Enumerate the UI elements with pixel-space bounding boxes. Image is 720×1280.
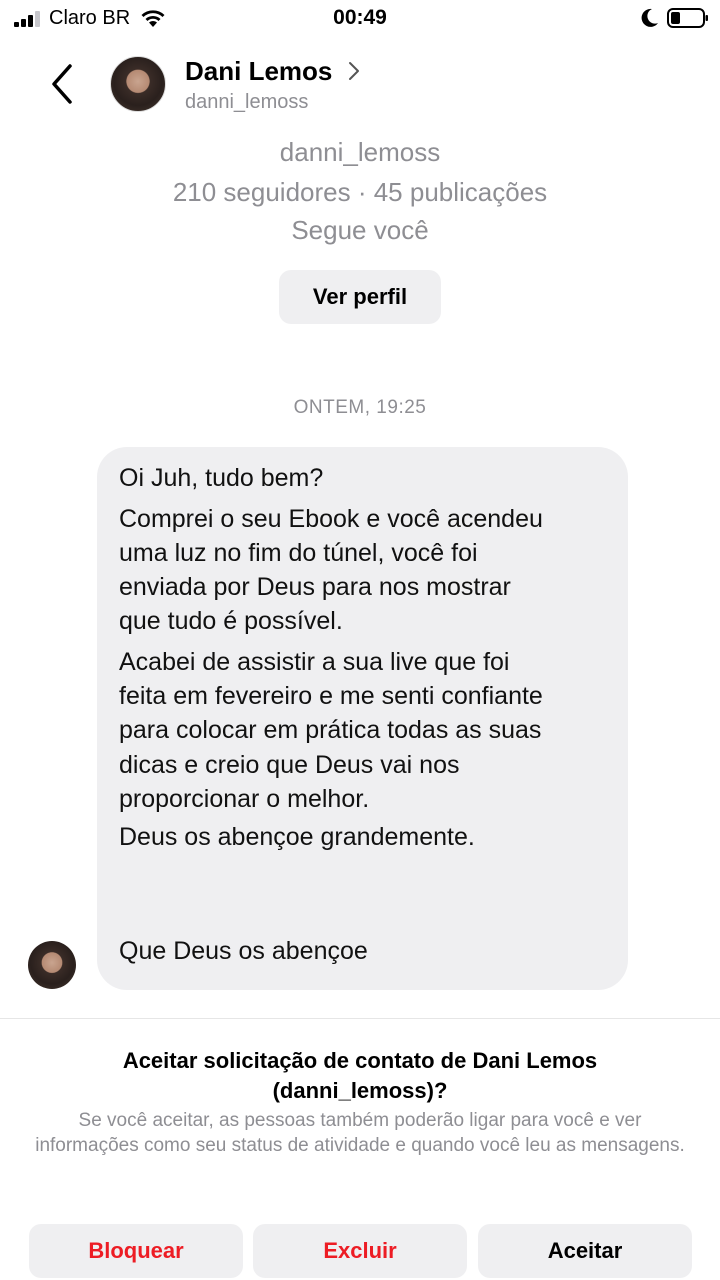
- message-line: enviada por Deus para nos mostrar: [119, 573, 511, 601]
- contact-name[interactable]: Dani Lemos: [185, 56, 332, 87]
- message-timestamp: ONTEM, 19:25: [293, 397, 427, 418]
- message-line: Que Deus os abençoe: [119, 937, 368, 965]
- follows-you-label: Segue você: [291, 215, 429, 245]
- chevron-right-icon[interactable]: [347, 60, 361, 82]
- message-line: Deus os abençoe grandemente.: [119, 823, 475, 851]
- message-line: Acabei de assistir a sua live que foi: [119, 648, 510, 676]
- view-profile-button[interactable]: Ver perfil: [279, 270, 441, 324]
- request-description: Se você aceitar, as pessoas também poder…: [35, 1110, 685, 1156]
- message-line: uma luz no fim do túnel, você foi: [119, 539, 478, 567]
- message-line: que tudo é possível.: [119, 607, 343, 635]
- divider: [0, 1018, 720, 1019]
- sender-avatar: [28, 941, 76, 989]
- contact-handle: danni_lemoss: [185, 91, 309, 113]
- profile-handle: danni_lemoss: [279, 137, 441, 167]
- do-not-disturb-moon-icon: [641, 8, 658, 27]
- delete-button[interactable]: Excluir: [253, 1224, 467, 1278]
- avatar[interactable]: [110, 56, 166, 112]
- request-title: Aceitar solicitação de contato de Dani L…: [122, 1048, 598, 1103]
- message-line: Comprei o seu Ebook e você acendeu: [119, 505, 543, 533]
- block-button[interactable]: Bloquear: [29, 1224, 243, 1278]
- battery-icon: [667, 8, 708, 28]
- message-line: Oi Juh, tudo bem?: [119, 464, 324, 492]
- message-line: para colocar em prática todas as suas: [119, 716, 542, 744]
- status-bar: Claro BR 00:49: [0, 0, 720, 38]
- status-time: 00:49: [333, 6, 387, 29]
- back-chevron-icon[interactable]: [48, 62, 76, 106]
- message-line: feita em fevereiro e me senti confiante: [119, 682, 543, 710]
- profile-stats: 210 seguidores · 45 publicações: [172, 177, 548, 207]
- accept-button[interactable]: Aceitar: [478, 1224, 692, 1278]
- message-line: dicas e creio que Deus vai nos: [119, 751, 460, 779]
- message-line: proporcionar o melhor.: [119, 785, 370, 813]
